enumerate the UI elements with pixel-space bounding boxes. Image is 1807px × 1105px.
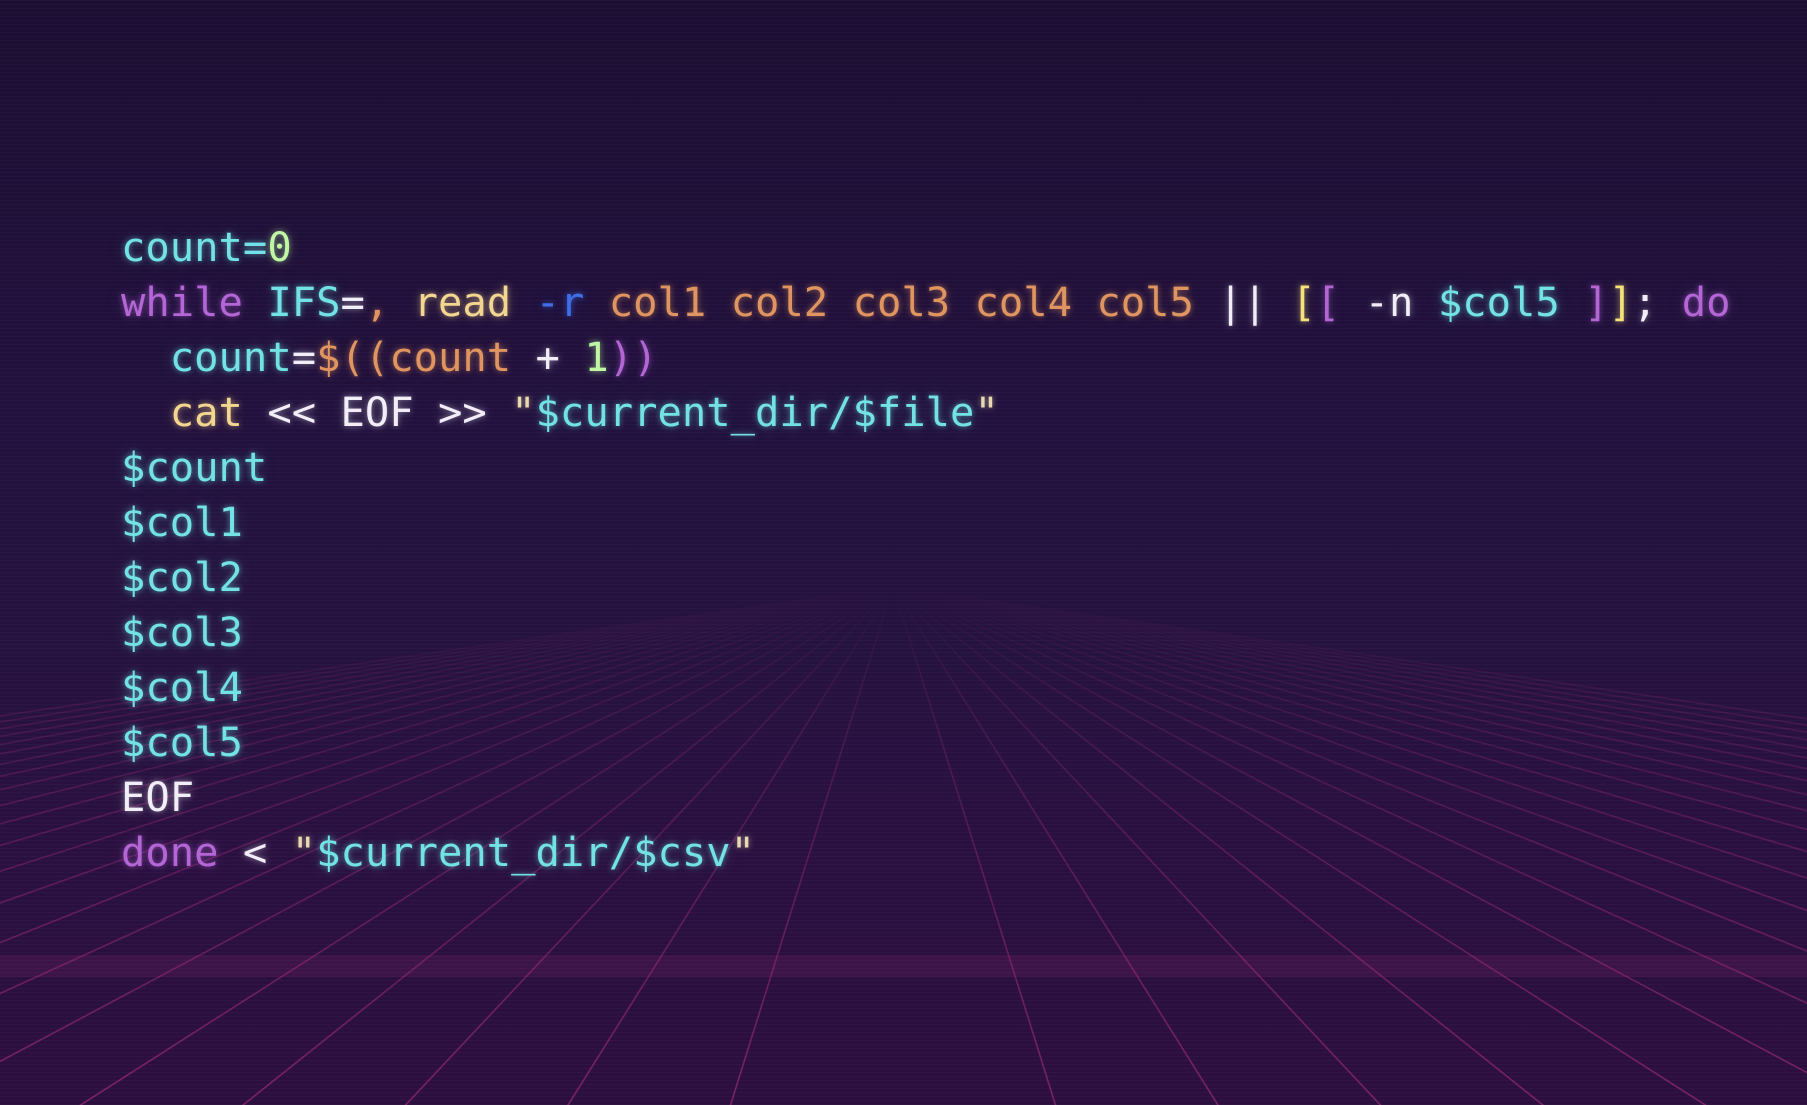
- code-token: [: [1291, 278, 1316, 326]
- editor-canvas: count=0 while IFS=, read -r col1 col2 col…: [0, 0, 1807, 1105]
- code-token: count=: [121, 223, 268, 271]
- code-token: =: [340, 278, 365, 326]
- code-token: $current_dir/$file: [535, 388, 975, 436]
- code-line[interactable]: EOF: [121, 770, 1730, 825]
- code-line[interactable]: $col2: [121, 550, 1730, 605]
- code-token: -n: [1340, 278, 1438, 326]
- code-token: do: [1681, 278, 1731, 326]
- code-line[interactable]: done < "$current_dir/$csv": [121, 825, 1730, 880]
- code-token: =: [291, 333, 317, 381]
- grid-glow-band: [0, 955, 1807, 977]
- code-token: ": [511, 388, 536, 436]
- code-token: done: [121, 828, 219, 876]
- code-token: ;: [1632, 278, 1682, 326]
- code-token: )): [608, 333, 658, 381]
- code-token: ]: [1608, 278, 1633, 326]
- code-token: $col5: [121, 718, 243, 766]
- code-token: ||: [1193, 278, 1292, 326]
- code-token: $col2: [121, 553, 243, 601]
- code-line[interactable]: $col5: [121, 715, 1730, 770]
- code-token: $col1: [121, 498, 243, 546]
- code-line[interactable]: while IFS=, read -r col1 col2 col3 col4 …: [121, 275, 1730, 330]
- code-line[interactable]: cat << EOF >> "$current_dir/$file": [121, 385, 1730, 440]
- code-token: ,: [364, 278, 390, 326]
- code-token: << EOF >>: [242, 388, 512, 436]
- code-token: $col4: [121, 663, 243, 711]
- code-token: col1 col2 col3 col4 col5: [584, 278, 1194, 326]
- code-line[interactable]: $col1: [121, 495, 1730, 550]
- code-token: count: [169, 333, 292, 381]
- code-line[interactable]: count=$((count + 1)): [121, 330, 1730, 385]
- code-token: +: [511, 333, 585, 381]
- code-token: ": [291, 828, 317, 876]
- code-block[interactable]: count=0 while IFS=, read -r col1 col2 col…: [121, 220, 1730, 880]
- code-token: while: [121, 278, 243, 326]
- code-token: EOF: [121, 773, 195, 821]
- code-token: cat: [169, 388, 243, 436]
- code-token: $current_dir/$csv: [316, 828, 731, 876]
- code-token: 1: [584, 333, 609, 381]
- code-token: ]: [1559, 278, 1609, 326]
- code-token: $col5: [1437, 278, 1560, 326]
- code-line[interactable]: $col3: [121, 605, 1730, 660]
- code-token: $((: [316, 333, 390, 381]
- code-token: -r: [535, 278, 585, 326]
- code-token: ": [730, 828, 755, 876]
- code-line[interactable]: $count: [121, 440, 1730, 495]
- code-token: $count: [121, 443, 268, 491]
- code-line[interactable]: $col4: [121, 660, 1730, 715]
- code-token: <: [218, 828, 292, 876]
- code-line[interactable]: count=0: [121, 220, 1730, 275]
- code-token: count: [389, 333, 512, 381]
- code-token: read: [413, 278, 512, 326]
- code-token: [: [1315, 278, 1341, 326]
- code-token: $col3: [121, 608, 243, 656]
- code-token: ": [974, 388, 999, 436]
- code-token: IFS: [267, 278, 341, 326]
- code-token: 0: [267, 223, 292, 271]
